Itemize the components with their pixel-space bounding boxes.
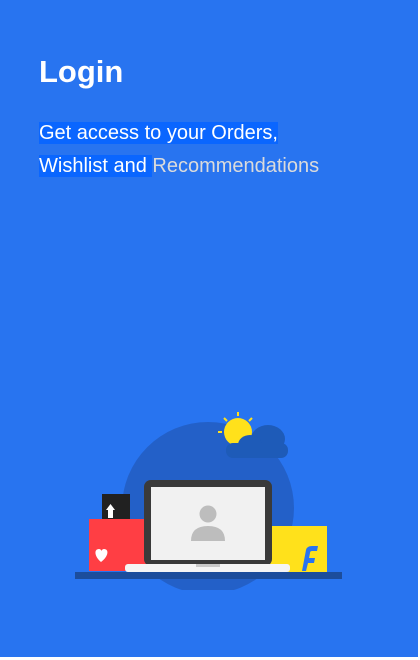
ground-shelf xyxy=(75,572,342,579)
upload-icon xyxy=(102,494,130,520)
subtitle-line-2-rest: Recommendations xyxy=(152,155,320,177)
laptop-icon xyxy=(125,480,290,572)
page-title: Login xyxy=(39,54,124,89)
subtitle-line-1: Get access to your Orders, xyxy=(39,122,278,144)
login-subtitle: Get access to your Orders, Wishlist and R… xyxy=(39,117,369,183)
subtitle-line-2-highlighted: Wishlist and xyxy=(39,155,153,177)
red-bag xyxy=(89,519,147,571)
login-illustration xyxy=(75,412,342,590)
login-panel: Login Get access to your Orders, Wishlist… xyxy=(0,0,418,657)
